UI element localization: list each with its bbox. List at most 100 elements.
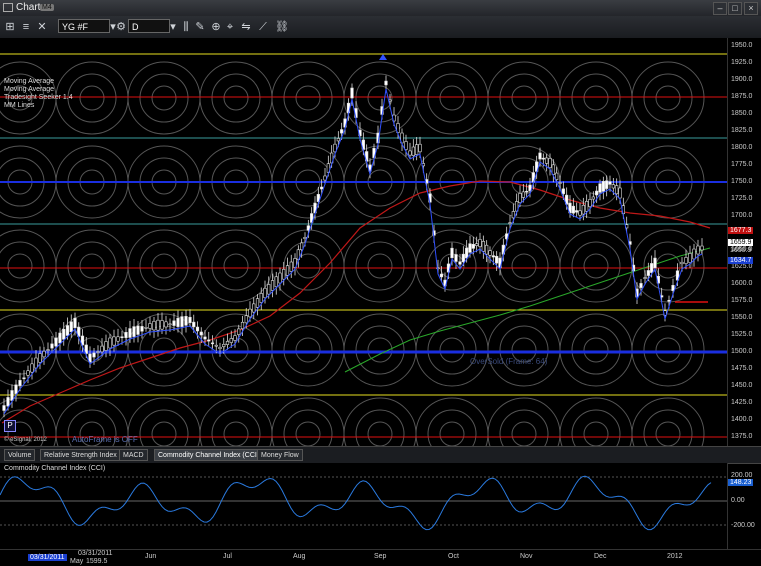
mm-circle: [511, 421, 537, 446]
tab-volume[interactable]: Volume: [4, 449, 36, 461]
candle-body: [92, 352, 96, 358]
candle-body: [558, 182, 562, 184]
candle-body: [73, 317, 77, 329]
candle-body: [104, 341, 108, 351]
pencil-icon[interactable]: ✎: [192, 19, 208, 35]
mm-circle: [367, 253, 393, 279]
p-button[interactable]: P: [4, 420, 16, 432]
month-aug: Aug: [293, 553, 306, 560]
compare-icon[interactable]: ⇋: [238, 19, 254, 35]
mm-lines: [0, 53, 727, 438]
cursor-date-box: 03/31/2011: [28, 554, 67, 561]
candle-body: [233, 335, 237, 341]
candle-body: [100, 345, 104, 353]
link-icon[interactable]: ⊞: [2, 19, 18, 35]
candle-body: [50, 343, 54, 349]
candle-body: [303, 237, 307, 239]
price-tick: 1850.0: [731, 110, 753, 117]
interval-dropdown-icon[interactable]: ▾: [168, 19, 178, 35]
candle-body: [62, 328, 66, 340]
candle-body: [148, 323, 152, 329]
close-button[interactable]: ×: [744, 2, 758, 15]
mm-circle: [511, 85, 537, 111]
mm-circle: [583, 85, 609, 111]
candle-body: [160, 320, 164, 330]
candle-body: [42, 350, 46, 358]
cursor-icon[interactable]: ⌖: [222, 19, 238, 35]
candle-body: [168, 323, 172, 326]
candle-body: [6, 397, 10, 407]
candle-body: [203, 336, 207, 340]
candle-body: [58, 332, 62, 344]
candle-body: [618, 187, 622, 199]
interval-input[interactable]: D: [128, 19, 170, 33]
time-axis[interactable]: 03/31/2011 03/31/2011 May 1599.5 Jun Jul…: [0, 549, 761, 566]
mm-circle: [343, 313, 417, 387]
candle-body: [214, 344, 218, 347]
study-moving-average-1: Moving Average: [4, 78, 55, 85]
mm-circle: [79, 85, 105, 111]
cursor-date-top: 03/31/2011: [78, 550, 113, 557]
mm-circle: [583, 421, 609, 446]
mm-circle: [427, 73, 477, 123]
candle-body: [180, 316, 184, 327]
cci-panel[interactable]: Commodity Channel Index (CCI): [0, 463, 727, 549]
candle-body: [263, 287, 267, 299]
candle-body: [481, 241, 485, 252]
candle-body: [643, 277, 647, 279]
candle-body: [222, 344, 226, 347]
price-chart[interactable]: Moving Average Moving Average Tradesight…: [0, 38, 727, 446]
month-small: May: [70, 558, 84, 565]
mm-circle: [415, 229, 489, 303]
mm-circle: [559, 229, 633, 303]
window-title: Chart: [16, 2, 41, 13]
price-axis[interactable]: 1950.0 1925.0 1900.0 1875.0 1850.0 1825.0 1800…: [727, 38, 761, 446]
candle-body: [136, 325, 140, 335]
candle-body: [156, 319, 160, 331]
candle-body: [267, 284, 271, 295]
candle-body: [521, 191, 525, 198]
mm-circle: [55, 229, 129, 303]
symbol-input[interactable]: YG #F: [58, 19, 110, 33]
lines-icon[interactable]: ≡: [18, 19, 34, 35]
minimize-button[interactable]: –: [713, 2, 727, 15]
link-chain-icon[interactable]: ⛓: [274, 19, 290, 35]
candle-body: [350, 87, 354, 99]
candle-body: [548, 158, 552, 168]
candle-body: [696, 245, 700, 255]
mm-circle: [295, 85, 321, 111]
candle-body: [116, 336, 120, 342]
mm-circle: [79, 253, 105, 279]
mm-circle: [559, 313, 633, 387]
candle-body: [491, 255, 495, 258]
candle-body: [688, 253, 692, 263]
candle-body: [152, 320, 156, 331]
mm-circle: [283, 409, 333, 446]
remove-icon[interactable]: ✕: [34, 19, 50, 35]
settings-icon[interactable]: ⚙: [113, 19, 129, 35]
studies-legend: Moving Average Moving Average Tradesight…: [4, 78, 73, 110]
tab-macd[interactable]: MACD: [119, 449, 148, 461]
price-tick: 1475.0: [731, 365, 753, 372]
month-jul: Jul: [223, 553, 232, 560]
draw-icon[interactable]: ⟋: [255, 19, 271, 35]
candle-body: [684, 257, 688, 264]
tab-rsi[interactable]: Relative Strength Index: [40, 449, 121, 461]
study-moving-average-2: Moving Average: [4, 86, 55, 93]
tab-money-flow[interactable]: Money Flow: [257, 449, 303, 461]
candle-body: [140, 326, 144, 332]
mm-circle: [139, 73, 189, 123]
candle-body: [108, 337, 112, 349]
month-oct: Oct: [448, 553, 459, 560]
candle-body: [14, 384, 18, 394]
tab-cci[interactable]: Commodity Channel Index (CCI): [154, 449, 264, 461]
mm-circle: [643, 73, 693, 123]
study-mm-lines: MM Lines: [4, 102, 35, 109]
candle-body: [439, 273, 444, 278]
maximize-button[interactable]: □: [728, 2, 742, 15]
mm-circle: [295, 421, 321, 446]
candle-body: [511, 211, 515, 219]
chart-window-icon: [3, 3, 13, 12]
mm-circle: [655, 85, 681, 111]
candle-body: [34, 357, 38, 369]
